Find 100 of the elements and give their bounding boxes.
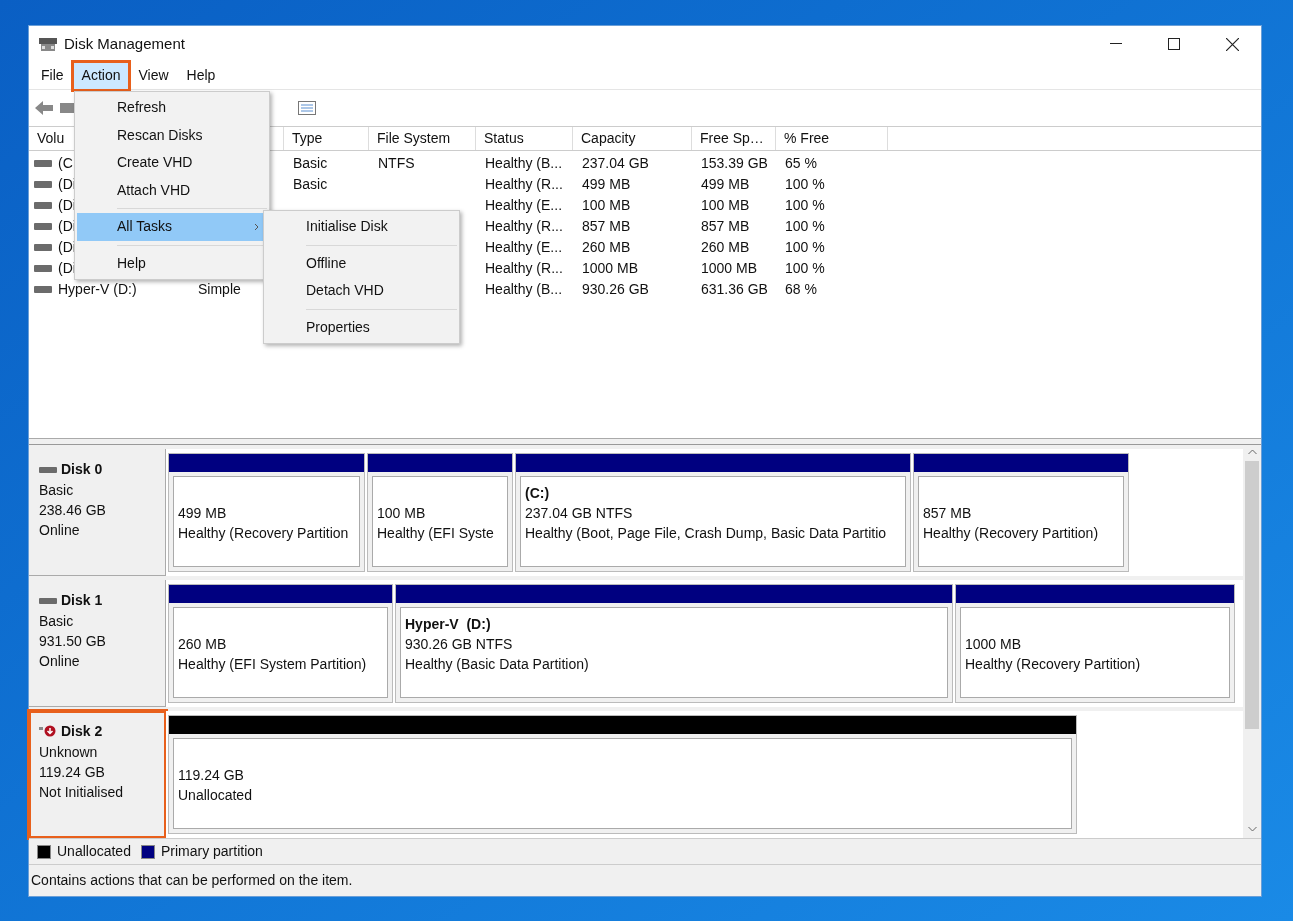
table-cell-text: 100 % [785, 217, 825, 236]
table-cell-text: 100 MB [701, 196, 750, 215]
menu-item[interactable]: Rescan Disks [77, 121, 267, 149]
disk-name: Disk 2 [61, 722, 103, 741]
partition-block[interactable]: (C:) 237.04 GB NTFS Healthy (Boot, Page File, Crash Dump, Basic Data Partitio [515, 453, 911, 572]
column-header[interactable]: % Free [776, 127, 888, 150]
partition-block[interactable]: 100 MB Healthy (EFI Syste [367, 453, 513, 572]
menu-item[interactable]: Detach VHD [266, 277, 457, 305]
drive-icon [34, 285, 52, 294]
menu-item[interactable]: Attach VHD [77, 176, 267, 204]
partition-block[interactable]: Hyper-V (D:) 930.26 GB NTFS Healthy (Basic Data Partition) [395, 584, 953, 703]
partition-status: Healthy (Boot, Page File, Crash Dump, Basic Data Partitio [525, 524, 888, 543]
menu-item[interactable]: Refresh [77, 94, 267, 122]
table-cell-text: 499 MB [701, 175, 750, 194]
partition-size: 237.04 GB NTFS [525, 504, 634, 523]
disk-name: Disk 1 [61, 591, 103, 610]
table-cell-text: Healthy (E... [485, 238, 563, 257]
table-cell-text: 100 % [785, 238, 825, 257]
table-cell-text: 857 MB [582, 217, 631, 236]
table-cell-text: 100 % [785, 259, 825, 278]
table-cell-text: Healthy (B... [485, 154, 563, 173]
scroll-up-icon[interactable] [1247, 449, 1257, 455]
back-arrow-icon[interactable] [34, 100, 54, 116]
table-cell-text: Healthy (R... [485, 175, 563, 194]
table-cell-text: Healthy (R... [485, 259, 563, 278]
window-title: Disk Management [64, 33, 185, 54]
menu-item[interactable]: Action [73, 62, 129, 89]
menu-item[interactable]: File [33, 62, 72, 89]
partition-status: Healthy (Recovery Partition) [965, 655, 1142, 674]
column-header[interactable]: Free Sp… [692, 127, 776, 150]
table-cell-text: 260 MB [582, 238, 631, 257]
partition-size: 260 MB [178, 635, 228, 654]
minimize-icon [1110, 43, 1122, 45]
drive-icon [34, 264, 52, 273]
scroll-down-icon[interactable] [1247, 826, 1257, 832]
partition-size: 100 MB [377, 504, 427, 523]
table-cell-text: Basic [293, 175, 328, 194]
table-cell-text: (C [58, 154, 73, 173]
disk-info-text: Online [39, 521, 81, 540]
disk-info-text: 238.46 GB [39, 501, 107, 520]
partition-size: 499 MB [178, 504, 228, 523]
partition-status: Healthy (EFI System Partition) [178, 655, 368, 674]
disk-name: Disk 0 [61, 460, 103, 479]
table-cell-text: 68 % [785, 280, 817, 299]
table-cell-text: 499 MB [582, 175, 631, 194]
table-cell-text: 100 MB [582, 196, 631, 215]
drive-icon [34, 159, 52, 168]
close-icon [1225, 37, 1239, 51]
partition-status: Healthy (EFI Syste [377, 524, 495, 543]
disk-error-icon [39, 724, 57, 739]
table-cell-text: Basic [293, 154, 328, 173]
list-view-icon[interactable] [298, 101, 316, 115]
table-cell-text: 100 % [785, 175, 825, 194]
table-cell-text: Hyper-V (D:) [58, 280, 137, 299]
table-cell-text: 930.26 GB [582, 280, 649, 299]
maximize-icon [1168, 38, 1180, 50]
disk-info-text: Not Initialised [39, 783, 125, 802]
menu-item[interactable]: Offline [266, 249, 457, 277]
partition-block[interactable]: 119.24 GB Unallocated [168, 715, 1077, 834]
menu-item[interactable]: View [130, 62, 177, 89]
partition-label: Hyper-V (D:) [405, 616, 491, 632]
table-cell-text: Healthy (E... [485, 196, 563, 215]
partition-block[interactable]: 1000 MB Healthy (Recovery Partition) [955, 584, 1235, 703]
column-header[interactable]: Status [476, 127, 573, 150]
disk-info-text: Online [39, 652, 81, 671]
partition-block[interactable]: 499 MB Healthy (Recovery Partition [168, 453, 365, 572]
menu-item[interactable]: Properties [266, 313, 457, 341]
partition-status: Healthy (Basic Data Partition) [405, 655, 590, 674]
disk-info-text: Unknown [39, 743, 99, 762]
table-cell-text: Healthy (R... [485, 217, 563, 236]
partition-status: Healthy (Recovery Partition) [923, 524, 1100, 543]
disk-info-text: Basic [39, 612, 75, 631]
menu-item[interactable]: Initialise Disk [266, 213, 457, 241]
table-cell-text: 631.36 GB [701, 280, 768, 299]
menu-item[interactable]: Help [77, 249, 267, 277]
table-cell-text: 857 MB [701, 217, 750, 236]
partition-status: Healthy (Recovery Partition [178, 524, 350, 543]
partition-size: 930.26 GB NTFS [405, 635, 514, 654]
scrollbar[interactable] [1243, 445, 1261, 838]
disk-info-text: 119.24 GB [39, 763, 106, 782]
table-cell-text: NTFS [378, 154, 415, 173]
menu-item[interactable]: Create VHD [77, 149, 267, 177]
partition-status: Unallocated [178, 786, 253, 805]
column-header[interactable]: Type [284, 127, 369, 150]
column-header[interactable]: File System [369, 127, 476, 150]
table-cell-text: Simple [198, 280, 241, 299]
scrollbar-thumb[interactable] [1245, 461, 1259, 729]
disk-info-text: Basic [39, 481, 75, 500]
disk-management-icon [38, 36, 58, 52]
disk-info-text: 931.50 GB [39, 632, 107, 651]
partition-block[interactable]: 857 MB Healthy (Recovery Partition) [913, 453, 1129, 572]
menu-item[interactable]: Help [178, 62, 224, 89]
table-cell-text: Healthy (B... [485, 280, 563, 299]
drive-icon[interactable] [60, 103, 74, 113]
partition-block[interactable]: 260 MB Healthy (EFI System Partition) [168, 584, 393, 703]
drive-icon [34, 222, 52, 231]
column-header[interactable]: Capacity [573, 127, 692, 150]
table-cell-text: 153.39 GB [701, 154, 768, 173]
table-cell-text: 1000 MB [582, 259, 639, 278]
table-cell-text: 237.04 GB [582, 154, 649, 173]
